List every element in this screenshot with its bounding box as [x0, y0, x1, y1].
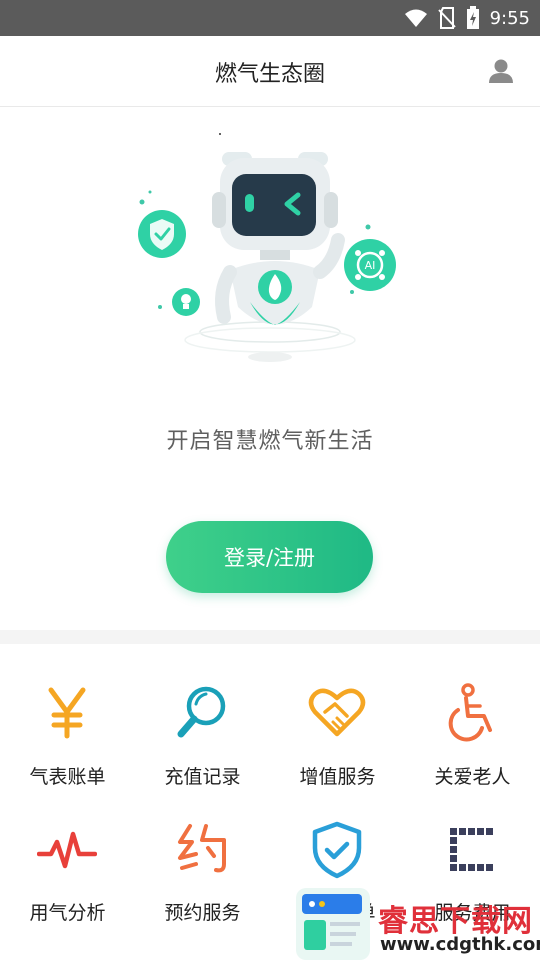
- no-sim-icon: [437, 7, 456, 29]
- yen-icon: [48, 687, 86, 739]
- service-label: 预约服务: [164, 902, 241, 924]
- service-gas-meter-bill[interactable]: 气表账单: [0, 644, 135, 788]
- service-appointment[interactable]: 预约服务: [135, 802, 270, 942]
- bracket-icon: [450, 828, 493, 871]
- robot-illustration: AI: [138, 133, 396, 362]
- watermark-logo-icon: [302, 894, 362, 950]
- wifi-icon: [404, 9, 427, 27]
- magnifier-icon: [177, 686, 226, 738]
- section-divider: [0, 630, 540, 644]
- service-label: 充值记录: [164, 766, 241, 788]
- service-label: 气表账单: [29, 766, 106, 788]
- service-label: 增值服务: [299, 766, 376, 788]
- page-title: 燃气生态圈: [214, 62, 325, 87]
- service-gas-analysis[interactable]: 用气分析: [0, 802, 135, 942]
- ai-badge-text: AI: [365, 259, 376, 272]
- service-value-added[interactable]: 增值服务: [270, 644, 405, 788]
- user-profile-button[interactable]: [486, 56, 516, 86]
- user-icon: [489, 59, 513, 83]
- service-label: 关爱老人: [434, 766, 511, 788]
- hero-section: AI 开启智慧燃气新生活 登录/注册: [0, 107, 540, 630]
- yue-character-icon: [178, 824, 226, 873]
- watermark-url: www.cdgthk.com: [380, 934, 540, 955]
- slogan-text: 开启智慧燃气新生活: [166, 429, 374, 454]
- status-icons: 9:55: [404, 0, 530, 36]
- app-header: 燃气生态圈: [0, 36, 540, 107]
- heart-handshake-icon: [308, 688, 366, 737]
- login-register-button[interactable]: 登录/注册: [166, 521, 373, 593]
- shield-icon: [312, 821, 362, 879]
- service-label: 用气分析: [29, 902, 106, 924]
- status-bar: 9:55: [0, 0, 540, 36]
- battery-charging-icon: [466, 6, 479, 29]
- service-recharge-records[interactable]: 充值记录: [135, 644, 270, 788]
- status-time: 9:55: [489, 7, 530, 29]
- watermark-logo: [296, 888, 370, 960]
- wheelchair-icon: [448, 683, 492, 742]
- pulse-icon: [37, 831, 97, 869]
- service-elderly-care[interactable]: 关爱老人: [405, 644, 540, 788]
- watermark: 睿思下载网 www.cdgthk.com: [296, 880, 540, 960]
